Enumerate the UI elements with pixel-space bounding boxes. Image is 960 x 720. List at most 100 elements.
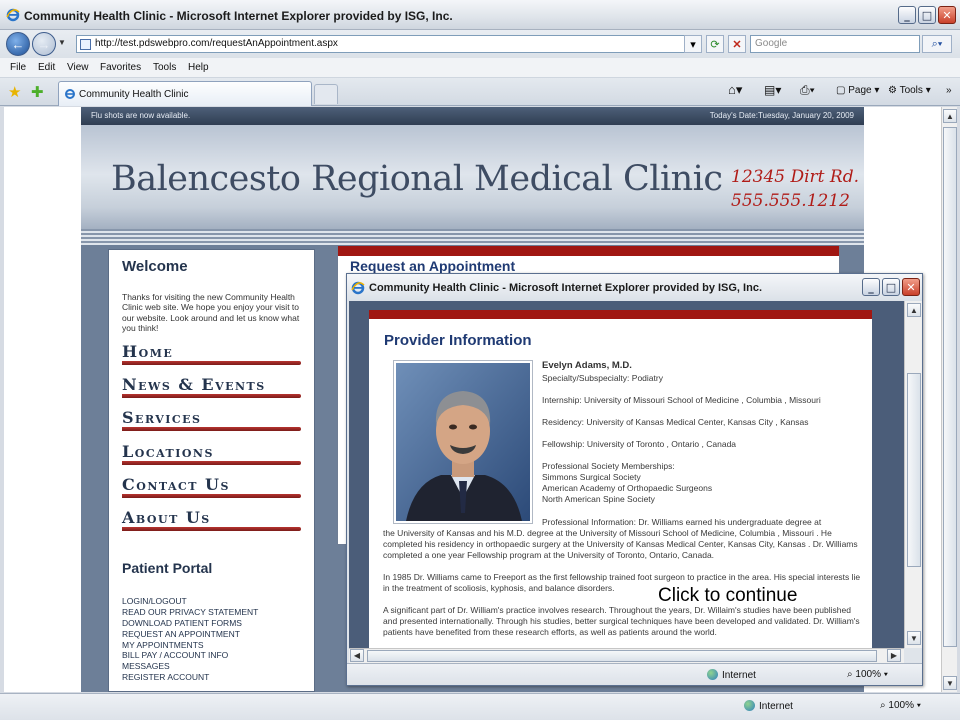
search-input[interactable]: Google xyxy=(750,35,920,53)
favorites-star-icon[interactable]: ★ xyxy=(8,83,21,101)
page-menu[interactable]: ▢ Page ▾ xyxy=(836,85,879,96)
clinic-phone: 555.555.1212 xyxy=(731,191,850,211)
new-tab-button[interactable] xyxy=(314,84,338,104)
window-title: Community Health Clinic - Microsoft Inte… xyxy=(24,9,453,23)
refresh-icon[interactable]: ⟳ xyxy=(706,35,724,53)
nav-underline xyxy=(122,461,301,465)
popup-close-button[interactable]: ✕ xyxy=(902,278,920,296)
popup-scroll-down-icon[interactable]: ▼ xyxy=(907,631,921,645)
maximize-button[interactable]: □ xyxy=(918,6,936,24)
nav-home-label: Home xyxy=(122,342,174,361)
banner-stripes xyxy=(81,229,864,245)
nav-underline xyxy=(122,427,301,431)
popup-scroll-up-icon[interactable]: ▲ xyxy=(907,303,921,317)
portal-link-register[interactable]: REGISTER ACCOUNT xyxy=(122,672,258,683)
nav-about-us[interactable]: About Us xyxy=(122,508,301,532)
menu-edit[interactable]: Edit xyxy=(38,62,55,73)
menu-help[interactable]: Help xyxy=(188,62,209,73)
menu-tools[interactable]: Tools xyxy=(153,62,176,73)
print-icon[interactable]: ⎙▾ xyxy=(800,83,815,98)
membership-item: Simmons Surgical Society xyxy=(542,472,641,482)
search-icon[interactable]: ⌕▾ xyxy=(922,35,952,53)
nav-locations-label: Locations xyxy=(122,442,214,461)
scroll-down-icon[interactable]: ▼ xyxy=(943,676,957,690)
announcement: Flu shots are now available. xyxy=(91,111,191,120)
scroll-up-icon[interactable]: ▲ xyxy=(943,109,957,123)
nav-news-label: News & Events xyxy=(122,375,266,394)
nav-contact-us[interactable]: Contact Us xyxy=(122,475,301,499)
menu-bar: File Edit View Favorites Tools Help xyxy=(0,58,960,78)
popup-hscroll-thumb[interactable] xyxy=(367,650,877,662)
menu-view[interactable]: View xyxy=(67,62,89,73)
url-dropdown-icon[interactable]: ▾ xyxy=(684,35,702,53)
memberships-label: Professional Society Memberships: xyxy=(542,461,675,471)
feeds-icon[interactable]: ▤▾ xyxy=(764,83,781,97)
portal-link-forms[interactable]: DOWNLOAD PATIENT FORMS xyxy=(122,618,258,629)
tab-bar: ★ ✚ Community Health Clinic ⌂▾ ▤▾ ⎙▾ ▢ P… xyxy=(0,78,960,106)
provider-heading: Provider Information xyxy=(384,332,532,349)
nav-locations[interactable]: Locations xyxy=(122,442,301,466)
portal-link-messages[interactable]: MESSAGES xyxy=(122,661,258,672)
popup-horizontal-scrollbar[interactable]: ◀ ▶ xyxy=(349,648,904,663)
add-favorites-icon[interactable]: ✚ xyxy=(31,83,44,101)
provider-card: Provider Information Evelyn Adams, M.D. … xyxy=(369,310,872,648)
panel-red-bar xyxy=(338,246,839,256)
nav-services[interactable]: Services xyxy=(122,408,301,432)
portal-link-login[interactable]: LOGIN/LOGOUT xyxy=(122,596,258,607)
popup-title: Community Health Clinic - Microsoft Inte… xyxy=(369,282,762,294)
zone-label: Internet xyxy=(759,701,793,712)
popup-scroll-thumb[interactable] xyxy=(907,373,921,567)
top-strip: Flu shots are now available. Today's Dat… xyxy=(81,107,864,125)
history-dropdown-icon[interactable]: ▼ xyxy=(58,38,66,47)
menu-file[interactable]: File xyxy=(10,62,26,73)
address-bar: ← → ▼ http://test.pdswebpro.com/requestA… xyxy=(0,30,960,58)
more-chevron-icon[interactable]: » xyxy=(946,85,952,96)
patient-portal-heading: Patient Portal xyxy=(122,560,213,576)
url-text: http://test.pdswebpro.com/requestAnAppoi… xyxy=(95,38,338,49)
menu-favorites[interactable]: Favorites xyxy=(100,62,141,73)
tools-menu[interactable]: ⚙ Tools ▾ xyxy=(888,85,931,96)
url-field[interactable]: http://test.pdswebpro.com/requestAnAppoi… xyxy=(76,35,700,53)
popup-minimize-button[interactable]: _ xyxy=(862,278,880,296)
zoom-level[interactable]: ⌕ 100% ▾ xyxy=(880,700,921,711)
popup-status-bar: Internet ⌕ 100% ▾ xyxy=(347,663,922,685)
popup-security-zone: Internet xyxy=(707,669,756,681)
clinic-name: Balencesto Regional Medical Clinic xyxy=(111,159,723,199)
back-arrow-icon[interactable]: ← xyxy=(6,32,30,56)
popup-content: Provider Information Evelyn Adams, M.D. … xyxy=(349,301,904,648)
page-scrollbar[interactable]: ▲ ▼ xyxy=(941,107,957,692)
popup-zoom-level[interactable]: ⌕ 100% ▾ xyxy=(847,669,888,680)
welcome-text: Thanks for visiting the new Community He… xyxy=(122,292,300,334)
portal-link-appointments[interactable]: MY APPOINTMENTS xyxy=(122,640,258,651)
membership-item: American Academy of Orthopaedic Surgeons xyxy=(542,483,713,493)
provider-popup-window: Community Health Clinic - Microsoft Inte… xyxy=(346,273,923,686)
close-button[interactable]: ✕ xyxy=(938,6,956,24)
portal-link-privacy[interactable]: READ OUR PRIVACY STATEMENT xyxy=(122,607,258,618)
status-bar: Internet ⌕ 100% ▾ xyxy=(0,693,960,720)
nav-about-label: About Us xyxy=(122,508,211,527)
scroll-thumb[interactable] xyxy=(943,127,957,647)
provider-internship: Internship: University of Missouri Schoo… xyxy=(542,395,821,405)
popup-scroll-left-icon[interactable]: ◀ xyxy=(350,649,364,662)
popup-vertical-scrollbar[interactable]: ▲ ▼ xyxy=(904,301,922,648)
home-icon[interactable]: ⌂▾ xyxy=(728,82,742,98)
tab-label: Community Health Clinic xyxy=(79,89,189,100)
tab-community-health-clinic[interactable]: Community Health Clinic xyxy=(58,81,312,106)
forward-arrow-icon[interactable]: → xyxy=(32,32,56,56)
provider-paragraph-3: A significant part of Dr. William's prac… xyxy=(383,605,860,638)
nav-news-events[interactable]: News & Events xyxy=(122,375,301,399)
ie-logo-icon xyxy=(351,281,365,295)
stop-icon[interactable]: ✕ xyxy=(728,35,746,53)
nav-underline xyxy=(122,394,301,398)
click-to-continue-overlay[interactable]: Click to continue xyxy=(658,585,798,607)
ie-page-icon xyxy=(65,89,75,99)
popup-maximize-button[interactable]: □ xyxy=(882,278,900,296)
portal-link-billpay[interactable]: BILL PAY / ACCOUNT INFO xyxy=(122,650,258,661)
nav-home[interactable]: Home xyxy=(122,342,301,366)
portal-link-request[interactable]: REQUEST AN APPOINTMENT xyxy=(122,629,258,640)
minimize-button[interactable]: _ xyxy=(898,6,916,24)
nav-services-label: Services xyxy=(122,408,202,427)
popup-scroll-right-icon[interactable]: ▶ xyxy=(887,649,901,662)
provider-portrait-icon xyxy=(396,363,530,521)
tools-menu-label: Tools xyxy=(899,85,923,96)
